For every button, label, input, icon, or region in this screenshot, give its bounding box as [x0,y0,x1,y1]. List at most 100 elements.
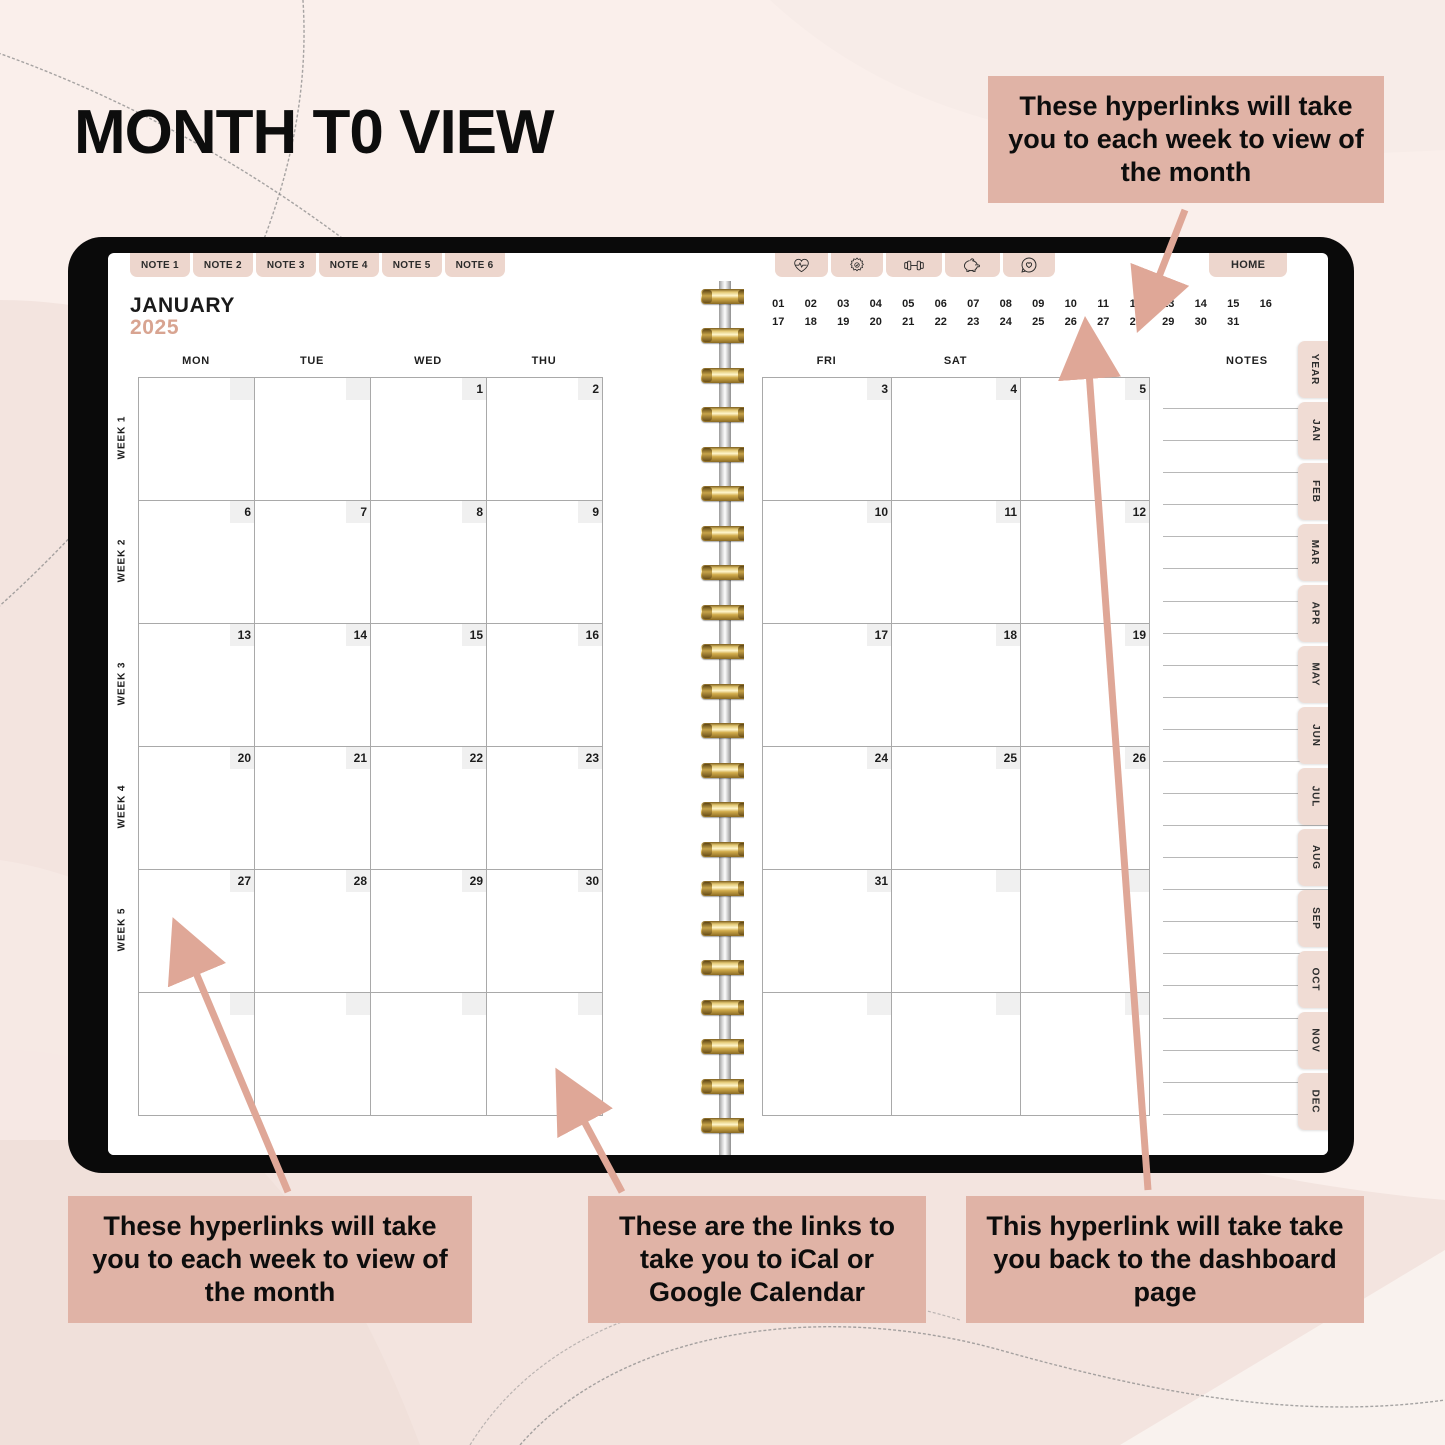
week-label-3[interactable]: WEEK 3 [117,653,128,713]
day-link-07[interactable]: 07 [957,295,990,313]
day-link-19[interactable]: 19 [827,313,860,331]
flower-tab[interactable] [831,253,883,277]
calendar-cell[interactable] [139,378,255,501]
calendar-cell[interactable]: 3 [763,378,892,501]
calendar-cell[interactable]: 22 [371,747,487,870]
calendar-cell[interactable] [1021,870,1150,993]
side-tab-sep[interactable]: SEP [1298,890,1328,947]
side-tab-jan[interactable]: JAN [1298,402,1328,459]
piggy-bank-tab[interactable] [945,253,1000,277]
day-link-04[interactable]: 04 [860,295,893,313]
note-tab-1[interactable]: NOTE 1 [130,253,190,277]
day-link-17[interactable]: 17 [762,313,795,331]
calendar-cell[interactable]: 19 [1021,624,1150,747]
calendar-cell[interactable]: 15 [371,624,487,747]
calendar-cell[interactable] [892,993,1021,1116]
side-tab-jun[interactable]: JUN [1298,707,1328,764]
calendar-cell[interactable] [1021,993,1150,1116]
calendar-cell[interactable]: 12 [1021,501,1150,624]
day-link-09[interactable]: 09 [1022,295,1055,313]
side-tab-year[interactable]: YEAR [1298,341,1328,398]
side-tab-nov[interactable]: NOV [1298,1012,1328,1069]
calendar-cell[interactable]: 5 [1021,378,1150,501]
week-label-4[interactable]: WEEK 4 [117,776,128,836]
side-tab-may[interactable]: MAY [1298,646,1328,703]
day-link-26[interactable]: 26 [1055,313,1088,331]
note-tab-6[interactable]: NOTE 6 [444,253,505,277]
calendar-cell[interactable]: 16 [487,624,603,747]
calendar-cell[interactable]: 2 [487,378,603,501]
note-tab-2[interactable]: NOTE 2 [192,253,253,277]
day-link-16[interactable]: 16 [1250,295,1283,313]
home-tab[interactable]: HOME [1209,253,1288,277]
dumbbell-tab[interactable] [886,253,942,277]
side-tab-apr[interactable]: APR [1298,585,1328,642]
calendar-cell[interactable]: 4 [892,378,1021,501]
calendar-cell[interactable]: 30 [487,870,603,993]
calendar-cell[interactable]: 20 [139,747,255,870]
calendar-cell[interactable] [487,993,603,1116]
day-link-20[interactable]: 20 [860,313,893,331]
side-tab-jul[interactable]: JUL [1298,768,1328,825]
day-link-24[interactable]: 24 [990,313,1023,331]
side-tab-oct[interactable]: OCT [1298,951,1328,1008]
calendar-cell[interactable]: 31 [763,870,892,993]
calendar-cell[interactable]: 23 [487,747,603,870]
day-link-23[interactable]: 23 [957,313,990,331]
note-tab-4[interactable]: NOTE 4 [318,253,379,277]
calendar-cell[interactable]: 24 [763,747,892,870]
day-link-27[interactable]: 27 [1087,313,1120,331]
week-label-2[interactable]: WEEK 2 [117,530,128,590]
day-link-03[interactable]: 03 [827,295,860,313]
day-link-05[interactable]: 05 [892,295,925,313]
day-link-31[interactable]: 31 [1217,313,1250,331]
day-link-22[interactable]: 22 [925,313,958,331]
calendar-cell[interactable]: 9 [487,501,603,624]
day-link-02[interactable]: 02 [795,295,828,313]
calendar-cell[interactable]: 7 [255,501,371,624]
day-link-13[interactable]: 13 [1152,295,1185,313]
calendar-cell[interactable]: 8 [371,501,487,624]
side-tab-mar[interactable]: MAR [1298,524,1328,581]
calendar-cell[interactable]: 1 [371,378,487,501]
day-link-28[interactable]: 28 [1120,313,1153,331]
side-tab-aug[interactable]: AUG [1298,829,1328,886]
calendar-cell[interactable]: 10 [763,501,892,624]
calendar-cell[interactable] [255,378,371,501]
calendar-cell[interactable]: 26 [1021,747,1150,870]
day-link-10[interactable]: 10 [1055,295,1088,313]
week-label-1[interactable]: WEEK 1 [117,407,128,467]
day-link-30[interactable]: 30 [1185,313,1218,331]
day-link-15[interactable]: 15 [1217,295,1250,313]
calendar-cell[interactable]: 6 [139,501,255,624]
calendar-cell[interactable] [892,870,1021,993]
calendar-cell[interactable]: 29 [371,870,487,993]
note-tab-3[interactable]: NOTE 3 [255,253,316,277]
calendar-cell[interactable]: 25 [892,747,1021,870]
side-tab-feb[interactable]: FEB [1298,463,1328,520]
calendar-cell[interactable] [763,993,892,1116]
day-link-12[interactable]: 12 [1120,295,1153,313]
calendar-cell[interactable] [139,993,255,1116]
calendar-cell[interactable] [255,993,371,1116]
day-link-11[interactable]: 11 [1087,295,1120,313]
day-link-14[interactable]: 14 [1185,295,1218,313]
week-label-5[interactable]: WEEK 5 [117,899,128,959]
calendar-cell[interactable]: 13 [139,624,255,747]
calendar-cell[interactable] [371,993,487,1116]
heart-pulse-tab[interactable] [775,253,828,277]
chat-heart-tab[interactable] [1003,253,1055,277]
day-link-21[interactable]: 21 [892,313,925,331]
day-link-01[interactable]: 01 [762,295,795,313]
calendar-cell[interactable]: 18 [892,624,1021,747]
day-link-25[interactable]: 25 [1022,313,1055,331]
calendar-cell[interactable]: 11 [892,501,1021,624]
calendar-cell[interactable]: 27 [139,870,255,993]
side-tab-dec[interactable]: DEC [1298,1073,1328,1130]
day-link-06[interactable]: 06 [925,295,958,313]
calendar-cell[interactable]: 28 [255,870,371,993]
calendar-cell[interactable]: 17 [763,624,892,747]
day-link-08[interactable]: 08 [990,295,1023,313]
calendar-cell[interactable]: 14 [255,624,371,747]
calendar-cell[interactable]: 21 [255,747,371,870]
